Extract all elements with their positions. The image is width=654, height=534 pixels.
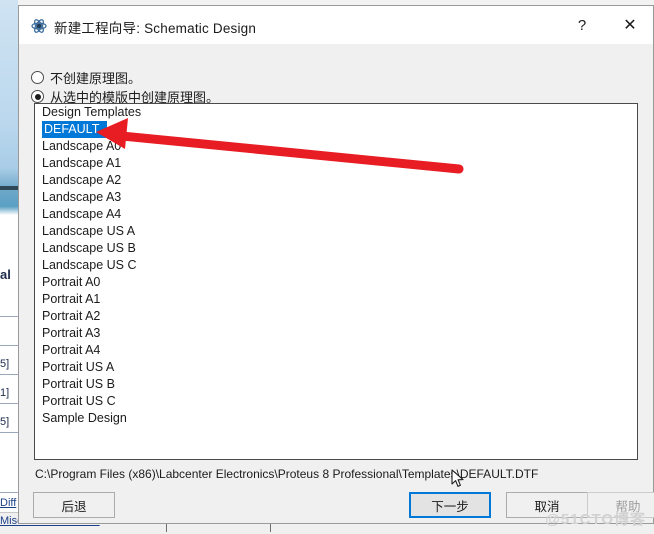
background-divider (0, 345, 18, 346)
radio-no-schematic[interactable]: 不创建原理图。 (31, 68, 141, 87)
list-item[interactable]: DEFAULT (35, 121, 637, 138)
list-item[interactable]: Landscape A0 (35, 138, 637, 155)
new-project-wizard-dialog: 新建工程向导: Schematic Design ? ✕ 不创建原理图。 从选中… (18, 5, 654, 524)
next-button[interactable]: 下一步 (409, 492, 491, 518)
background-left-strip: al 5] 1] 5] (0, 0, 18, 533)
background-blue-preview-panel (0, 0, 18, 215)
dialog-title: 新建工程向导: Schematic Design (54, 21, 257, 36)
background-link-diff[interactable]: Diff (0, 497, 16, 509)
list-item[interactable]: Portrait A0 (35, 274, 637, 291)
list-item[interactable]: Portrait A1 (35, 291, 637, 308)
background-divider (0, 316, 18, 317)
list-item[interactable]: Portrait US C (35, 393, 637, 410)
list-item[interactable]: Landscape A2 (35, 172, 637, 189)
background-divider (0, 374, 18, 375)
radio-indicator-from-template (31, 90, 44, 103)
list-item[interactable]: Landscape A4 (35, 206, 637, 223)
watermark: @51CTO博客 (545, 511, 646, 528)
background-divider (0, 432, 18, 433)
list-item[interactable]: Landscape A3 (35, 189, 637, 206)
dialog-title-bar[interactable]: 新建工程向导: Schematic Design ? ✕ (19, 6, 653, 44)
close-icon[interactable]: ✕ (607, 6, 653, 44)
list-item[interactable]: Portrait US A (35, 359, 637, 376)
list-item[interactable]: Landscape US A (35, 223, 637, 240)
list-header-design-templates: Design Templates (42, 105, 142, 119)
list-item[interactable]: Portrait A3 (35, 325, 637, 342)
list-item[interactable]: Portrait A4 (35, 342, 637, 359)
title-help-button[interactable]: ? (559, 6, 605, 44)
radio-indicator-no-schematic (31, 71, 44, 84)
template-items-container: DEFAULT Landscape A0 Landscape A1 Landscape… (35, 121, 637, 427)
radio-label-no-schematic: 不创建原理图。 (50, 71, 142, 86)
background-text-fragment: al (0, 267, 11, 282)
dialog-body: 不创建原理图。 从选中的模版中创建原理图。 Design Templates D… (19, 44, 654, 523)
background-text-fragment: 5] (0, 416, 10, 428)
design-templates-listbox[interactable]: Design Templates DEFAULT Landscape A0 Land… (34, 103, 638, 460)
list-item[interactable]: Portrait A2 (35, 308, 637, 325)
list-item[interactable]: Sample Design (35, 410, 637, 427)
background-text-fragment: 5] (0, 358, 10, 370)
list-item-label-selected: DEFAULT (42, 121, 108, 138)
list-item[interactable]: Portrait US B (35, 376, 637, 393)
background-divider (0, 492, 18, 493)
proteus-atom-icon (31, 18, 47, 34)
list-item[interactable]: Landscape US B (35, 240, 637, 257)
list-item[interactable]: Landscape A1 (35, 155, 637, 172)
background-divider (0, 403, 18, 404)
list-item[interactable]: Landscape US C (35, 257, 637, 274)
selected-template-path: C:\Program Files (x86)\Labcenter Electro… (35, 467, 539, 481)
background-text-fragment: 1] (0, 387, 10, 399)
back-button[interactable]: 后退 (33, 492, 115, 518)
